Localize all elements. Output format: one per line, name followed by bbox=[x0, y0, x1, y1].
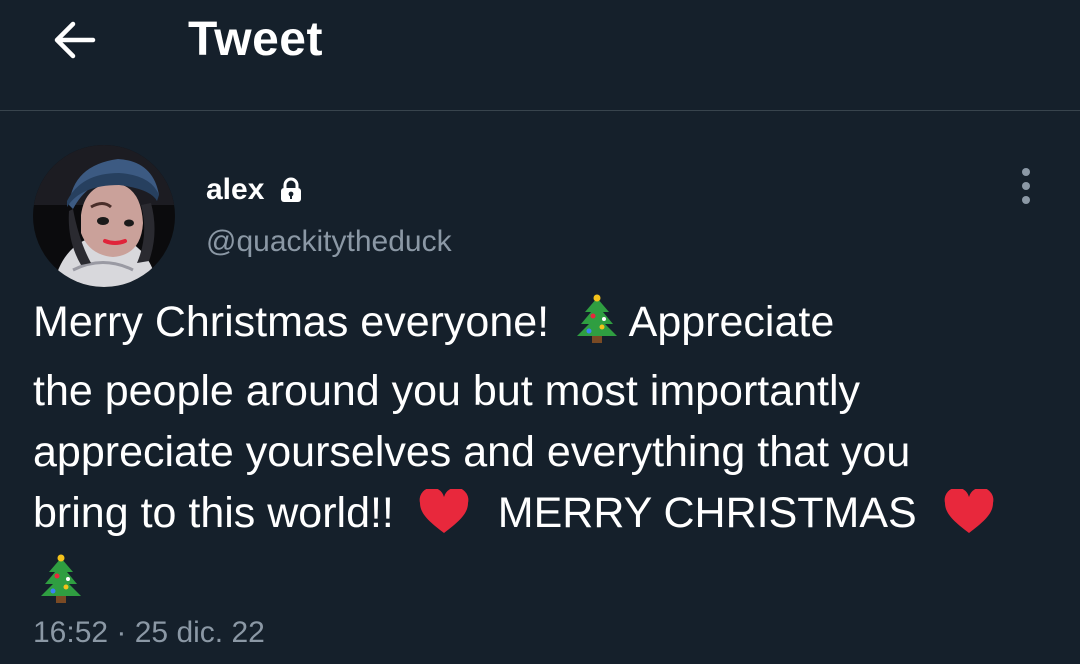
christmas-tree-icon bbox=[575, 294, 619, 361]
avatar[interactable] bbox=[33, 145, 175, 287]
lock-icon bbox=[280, 177, 302, 203]
author-handle[interactable]: @quackitytheduck bbox=[206, 224, 452, 260]
christmas-tree-icon bbox=[39, 554, 83, 621]
tweet-text: Merry Christmas everyone! Appreciate the… bbox=[33, 292, 1063, 621]
more-options-button[interactable] bbox=[1004, 164, 1048, 208]
tweet-text-line: bring to this world!! MERRY CHRISTMAS bbox=[33, 483, 1063, 552]
author-name-label: alex bbox=[206, 173, 265, 206]
arrow-left-icon bbox=[54, 21, 96, 59]
tweet-text-line: the people around you but most important… bbox=[33, 367, 861, 415]
more-vertical-icon bbox=[1022, 168, 1030, 204]
tweet-text-line: appreciate yourselves and everything tha… bbox=[33, 428, 911, 476]
tweet-text-line: Merry Christmas everyone! Appreciate bbox=[33, 292, 1063, 361]
top-bar: Tweet bbox=[0, 0, 1080, 111]
red-heart-icon bbox=[943, 487, 995, 552]
tweet-timestamp[interactable]: 16:52 · 25 dic. 22 bbox=[33, 613, 265, 653]
back-button[interactable] bbox=[48, 14, 100, 66]
red-heart-icon bbox=[418, 487, 470, 552]
page-title: Tweet bbox=[188, 13, 323, 66]
author-name[interactable]: alex bbox=[206, 172, 302, 208]
tweet-text-line bbox=[33, 552, 1063, 621]
